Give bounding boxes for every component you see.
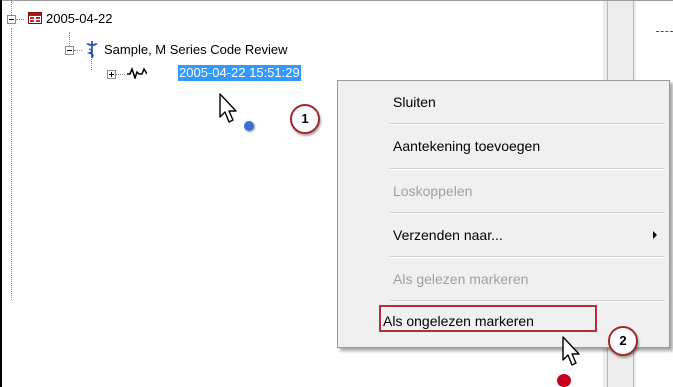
submenu-arrow-icon [653, 231, 657, 239]
tree-connector [74, 50, 82, 51]
collapse-toggle-review[interactable] [65, 46, 74, 55]
callout-badge: 1 [290, 104, 320, 134]
expand-toggle-record[interactable] [107, 70, 116, 79]
waveform-icon [127, 67, 147, 79]
menu-separator [390, 212, 665, 214]
click-indicator-dot [244, 121, 254, 131]
caduceus-icon [86, 41, 98, 58]
menu-item-label: Als gelezen markeren [393, 271, 529, 287]
menu-item-mark-read: Als gelezen markeren [338, 268, 669, 290]
tree-node-date[interactable]: 2005-04-22 [46, 11, 113, 27]
menu-item-label: Aantekening toevoegen [393, 138, 541, 154]
menu-item-add-annotation[interactable]: Aantekening toevoegen [338, 135, 669, 157]
tree-connector [16, 19, 24, 20]
menu-item-close[interactable]: Sluiten [338, 91, 669, 113]
menu-separator [390, 123, 665, 125]
tree-node-record[interactable]: 2005-04-22 15:51:29 [178, 65, 301, 81]
highlight-box [379, 305, 597, 332]
tree-connector [91, 59, 92, 70]
detail-rule [656, 31, 673, 32]
click-indicator-dot [557, 374, 571, 387]
menu-separator [390, 168, 665, 170]
tree-connector [11, 28, 12, 300]
menu-item-label: Verzenden naar... [393, 227, 503, 243]
menu-item-label: Loskoppelen [393, 183, 473, 199]
mouse-cursor-icon [562, 336, 580, 366]
calendar-icon [28, 12, 42, 24]
collapse-toggle-date[interactable] [7, 15, 16, 24]
menu-item-label: Sluiten [393, 94, 436, 110]
tree-connector [69, 32, 70, 46]
tree-node-review[interactable]: Sample, M Series Code Review [104, 42, 288, 58]
tree-connector [116, 74, 125, 75]
menu-separator [390, 300, 665, 302]
menu-item-send-to[interactable]: Verzenden naar... [338, 224, 669, 246]
callout-badge: 2 [608, 326, 638, 356]
menu-separator [390, 256, 665, 258]
menu-item-disconnect: Loskoppelen [338, 180, 669, 202]
mouse-cursor-icon [219, 93, 237, 123]
